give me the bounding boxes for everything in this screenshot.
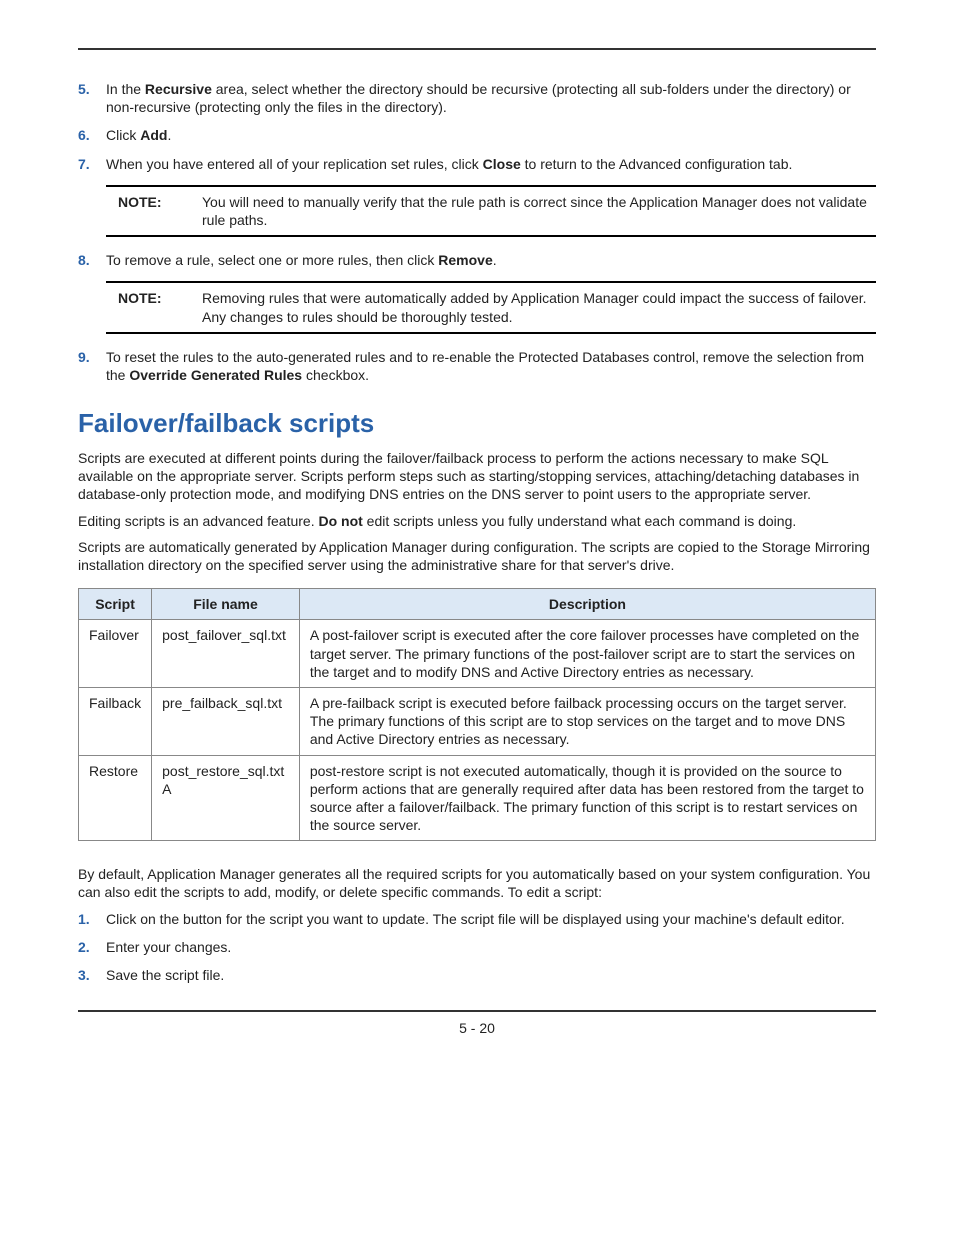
note-box-2: NOTE: Removing rules that were automatic…	[106, 281, 876, 333]
table-header-filename: File name	[152, 589, 300, 620]
step-list-d: 1.Click on the button for the script you…	[78, 910, 876, 985]
step-item: 9.To reset the rules to the auto-generat…	[78, 348, 876, 384]
footer: 5 - 20	[78, 1010, 876, 1036]
step-number: 3.	[78, 966, 106, 984]
body-para: Scripts are executed at different points…	[78, 449, 876, 504]
note-label: NOTE:	[112, 289, 202, 325]
table-header-script: Script	[79, 589, 152, 620]
table-cell: post-restore script is not executed auto…	[299, 755, 875, 841]
step-body: In the Recursive area, select whether th…	[106, 80, 876, 116]
body-para: Scripts are automatically generated by A…	[78, 538, 876, 574]
step-body: When you have entered all of your replic…	[106, 155, 876, 173]
top-rule	[78, 48, 876, 50]
table-cell: Restore	[79, 755, 152, 841]
step-number: 2.	[78, 938, 106, 956]
body-paragraphs: Scripts are executed at different points…	[78, 449, 876, 574]
note-text: You will need to manually verify that th…	[202, 193, 870, 229]
step-number: 6.	[78, 126, 106, 144]
scripts-table: Script File name Description Failoverpos…	[78, 588, 876, 841]
step-body: Enter your changes.	[106, 938, 876, 956]
step-item: 5.In the Recursive area, select whether …	[78, 80, 876, 116]
note-box-1: NOTE: You will need to manually verify t…	[106, 185, 876, 237]
step-number: 9.	[78, 348, 106, 384]
table-cell: Failover	[79, 620, 152, 688]
step-number: 1.	[78, 910, 106, 928]
step-number: 7.	[78, 155, 106, 173]
table-row: Failbackpre_failback_sql.txtA pre-failba…	[79, 687, 876, 755]
step-list-b: 8.To remove a rule, select one or more r…	[78, 251, 876, 269]
step-body: Save the script file.	[106, 966, 876, 984]
step-item: 3.Save the script file.	[78, 966, 876, 984]
post-table-para: By default, Application Manager generate…	[78, 865, 876, 901]
step-item: 6.Click Add.	[78, 126, 876, 144]
table-header-description: Description	[299, 589, 875, 620]
step-body: To remove a rule, select one or more rul…	[106, 251, 876, 269]
step-body: Click on the button for the script you w…	[106, 910, 876, 928]
table-cell: post_restore_sql.txt A	[152, 755, 300, 841]
page-number: 5 - 20	[459, 1020, 495, 1036]
step-number: 5.	[78, 80, 106, 116]
note-label: NOTE:	[112, 193, 202, 229]
note-text: Removing rules that were automatically a…	[202, 289, 870, 325]
table-cell: A pre-failback script is executed before…	[299, 687, 875, 755]
section-heading: Failover/failback scripts	[78, 408, 876, 439]
table-row: Restorepost_restore_sql.txt A post-resto…	[79, 755, 876, 841]
body-para: Editing scripts is an advanced feature. …	[78, 512, 876, 530]
step-list-c: 9.To reset the rules to the auto-generat…	[78, 348, 876, 384]
table-cell: pre_failback_sql.txt	[152, 687, 300, 755]
step-item: 1.Click on the button for the script you…	[78, 910, 876, 928]
table-row: Failoverpost_failover_sql.txtA post-fail…	[79, 620, 876, 688]
step-body: Click Add.	[106, 126, 876, 144]
table-cell: A post-failover script is executed after…	[299, 620, 875, 688]
step-body: To reset the rules to the auto-generated…	[106, 348, 876, 384]
step-list-a: 5.In the Recursive area, select whether …	[78, 80, 876, 173]
table-cell: post_failover_sql.txt	[152, 620, 300, 688]
table-cell: Failback	[79, 687, 152, 755]
step-number: 8.	[78, 251, 106, 269]
step-item: 2.Enter your changes.	[78, 938, 876, 956]
step-item: 8.To remove a rule, select one or more r…	[78, 251, 876, 269]
step-item: 7.When you have entered all of your repl…	[78, 155, 876, 173]
